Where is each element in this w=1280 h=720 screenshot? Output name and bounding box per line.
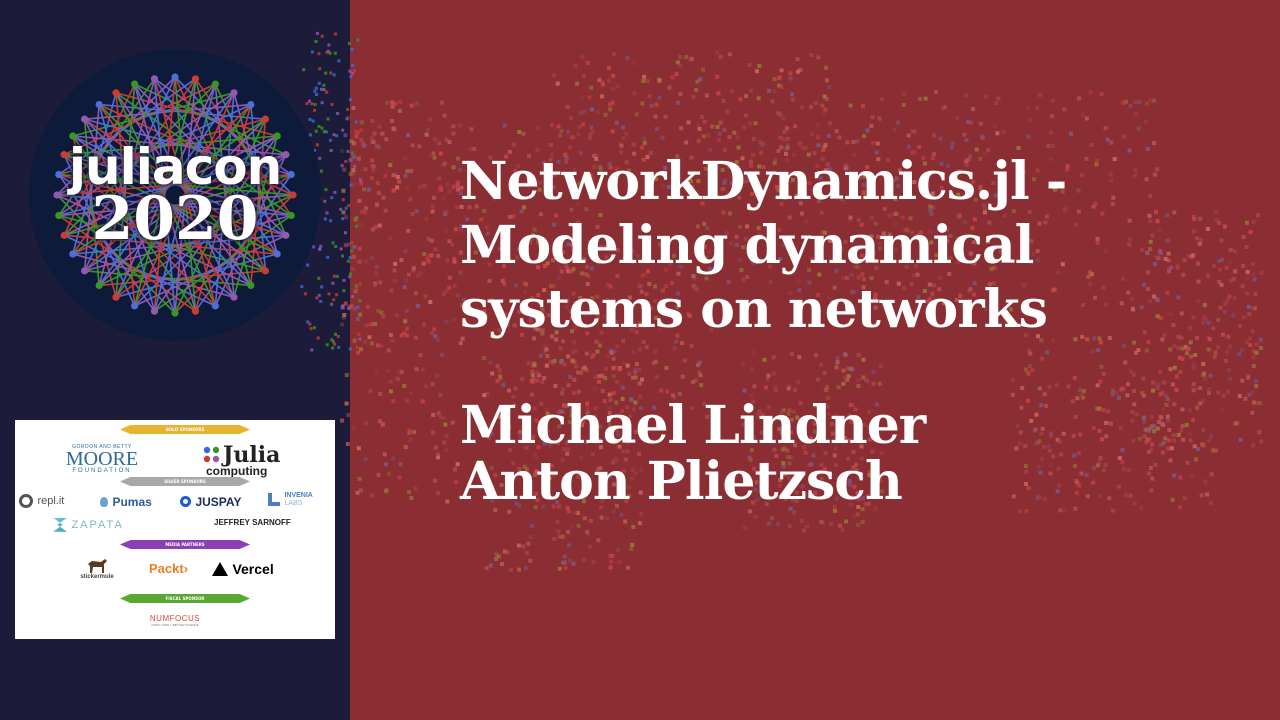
zapata-text: ZAPATA bbox=[71, 518, 124, 531]
replit-icon bbox=[19, 493, 33, 508]
stickermule-logo: stickermule bbox=[75, 558, 119, 580]
invenia-sub: LABS bbox=[284, 499, 303, 507]
numfocus-sub: OPEN CODE = BETTER SCIENCE bbox=[151, 623, 199, 627]
invenia-icon bbox=[268, 493, 280, 507]
invenia-text: INVENIA bbox=[284, 491, 313, 499]
juliacon-wordmark: juliacon 2020 bbox=[28, 48, 322, 342]
logo-year: 2020 bbox=[91, 184, 259, 254]
title-line: systems on networks bbox=[460, 279, 1048, 340]
invenia-logo: INVENIA LABS bbox=[268, 491, 313, 509]
horse-icon bbox=[88, 559, 107, 573]
gold-sponsors-band: GOLD SPONSORS bbox=[120, 425, 250, 434]
numfocus-text: NUMFOCUS bbox=[149, 614, 201, 623]
authors: Michael Lindner Anton Plietzsch bbox=[460, 398, 1260, 510]
packt-text: Packt› bbox=[149, 561, 189, 576]
author-name: Anton Plietzsch bbox=[460, 451, 903, 512]
replit-logo: repl.it bbox=[19, 492, 64, 510]
vercel-icon bbox=[212, 561, 228, 576]
julia-dots-icon bbox=[203, 446, 220, 463]
title-line: NetworkDynamics.jl - bbox=[460, 151, 1067, 212]
juspay-icon bbox=[180, 496, 191, 508]
zapata-logo: ZAPATA bbox=[53, 516, 124, 534]
zapata-icon bbox=[53, 517, 67, 532]
pumas-icon bbox=[100, 496, 108, 507]
silver-sponsors-band: SILVER SPONSORS bbox=[120, 477, 250, 486]
vercel-logo: Vercel bbox=[212, 560, 274, 578]
stickermule-text: stickermule bbox=[80, 574, 114, 580]
author-name: Michael Lindner bbox=[460, 395, 926, 456]
talk-title: NetworkDynamics.jl - Modeling dynamical … bbox=[460, 150, 1260, 342]
numfocus-logo: NUMFOCUS OPEN CODE = BETTER SCIENCE bbox=[135, 614, 215, 627]
replit-text: repl.it bbox=[37, 494, 65, 507]
moore-foundation-logo: GORDON AND BETTY MOORE FOUNDATION bbox=[57, 444, 147, 474]
pumas-logo: Pumas bbox=[100, 493, 152, 511]
vercel-text: Vercel bbox=[232, 560, 274, 577]
pumas-text: Pumas bbox=[112, 494, 152, 509]
juspay-logo: JUSPAY bbox=[180, 493, 241, 511]
juspay-text: JUSPAY bbox=[195, 494, 242, 509]
media-partners-band: MEDIA PARTNERS bbox=[120, 540, 250, 549]
title-line: Modeling dynamical bbox=[460, 215, 1034, 276]
julia-sub: computing bbox=[206, 464, 268, 478]
fiscal-sponsor-band: FISCAL SPONSOR bbox=[120, 594, 250, 603]
moore-mid-text: MOORE bbox=[65, 448, 139, 470]
sponsors-panel: GOLD SPONSORS GORDON AND BETTY MOORE FOU… bbox=[15, 420, 335, 639]
sarnoff-text: JEFFREY SARNOFF bbox=[214, 518, 291, 527]
